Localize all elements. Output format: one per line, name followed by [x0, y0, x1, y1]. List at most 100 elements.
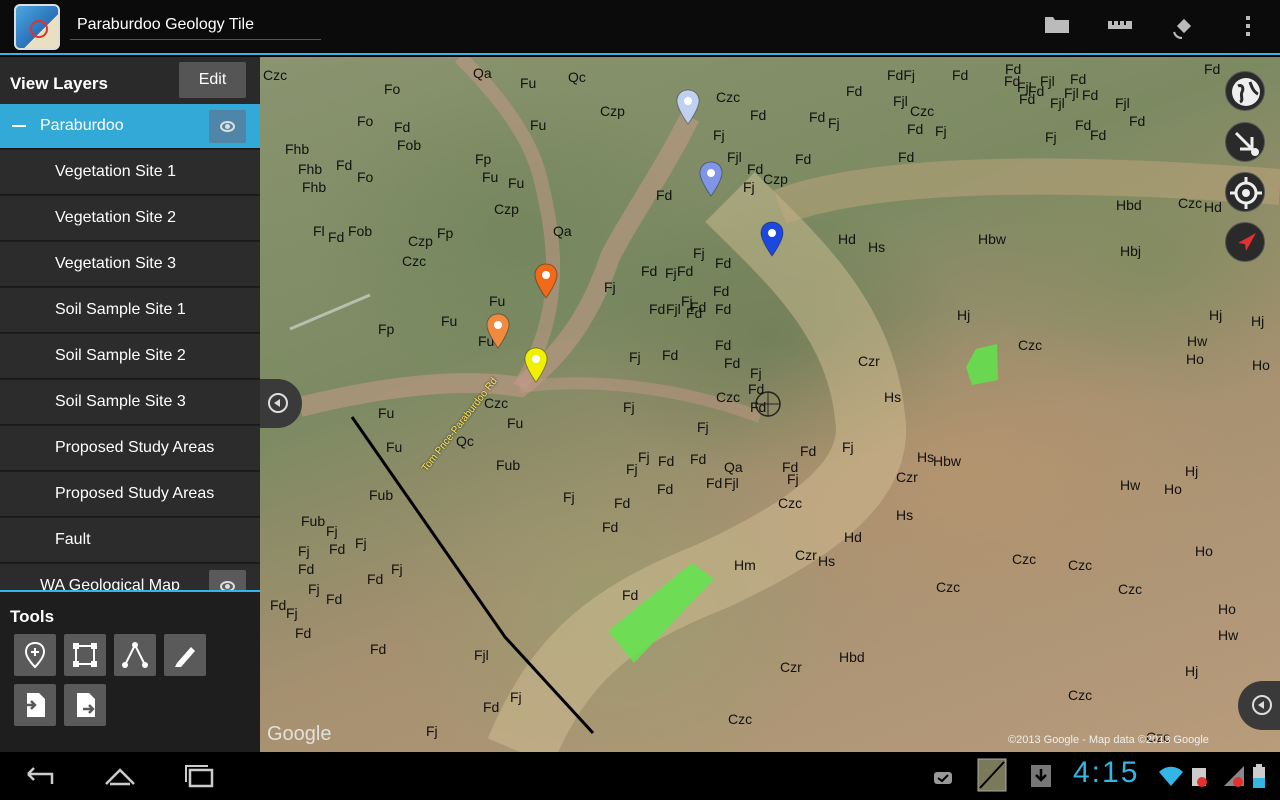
layer-label: Soil Sample Site 3 — [55, 393, 186, 410]
layer-item[interactable]: Soil Sample Site 2 — [0, 334, 260, 379]
visibility-button[interactable] — [209, 570, 246, 591]
collapse-icon[interactable] — [12, 125, 26, 127]
site-marker[interactable] — [699, 161, 723, 197]
visibility-button[interactable] — [209, 110, 246, 143]
home-button[interactable] — [100, 760, 140, 792]
geology-unit-label: Fu — [520, 75, 537, 91]
geology-unit-label: Fjl — [1064, 85, 1079, 101]
site-marker[interactable] — [534, 263, 558, 299]
edit-button[interactable]: Edit — [179, 62, 246, 98]
layer-group-paraburdoo[interactable]: Paraburdoo — [0, 104, 260, 149]
layer-item[interactable]: Vegetation Site 3 — [0, 242, 260, 287]
layer-label: Proposed Study Areas — [55, 485, 215, 502]
geology-unit-label: Fd — [1019, 91, 1036, 107]
site-marker[interactable] — [524, 347, 548, 383]
ruler-icon[interactable] — [1104, 12, 1136, 42]
geology-unit-label: Fjl — [666, 301, 681, 317]
site-marker[interactable] — [676, 89, 700, 125]
map-attribution: ©2013 Google - Map data ©2013 Google — [1008, 734, 1209, 746]
geology-unit-label: Fj — [426, 723, 438, 739]
geology-unit-label: Fd — [690, 451, 707, 467]
map-view[interactable]: Czc Qa Fu Qc Fo Czp Czc FdFj Fd Fd Fjl Fd Fd Fjl Fd Fjl… — [260, 57, 1280, 752]
proposed-study-area[interactable] — [966, 344, 998, 385]
import-tool[interactable] — [14, 684, 56, 726]
app-icon[interactable] — [14, 4, 60, 50]
panel-expand-button[interactable] — [1238, 681, 1280, 730]
layer-item[interactable]: Fault — [0, 518, 260, 563]
geology-unit-label: Fj — [842, 439, 854, 455]
geology-unit-label: Fd — [750, 399, 767, 415]
my-location-button[interactable] — [1225, 172, 1265, 212]
geology-unit-label: Ho — [1218, 601, 1236, 617]
geology-unit-label: Fj — [750, 365, 762, 381]
layer-item[interactable]: Proposed Study Areas — [0, 426, 260, 471]
layer-list[interactable]: Paraburdoo Vegetation Site 1 Vegetation … — [0, 104, 260, 591]
geology-unit-label: Fj — [697, 419, 709, 435]
geology-unit-label: Fd — [483, 699, 500, 715]
geology-unit-label: Hs — [818, 553, 836, 569]
geology-unit-label: Ho — [1186, 351, 1204, 367]
geology-unit-label: Fj — [693, 245, 705, 261]
geology-unit-label: Fu — [489, 293, 506, 309]
geology-unit-label: Fd — [270, 597, 287, 613]
export-tool[interactable] — [64, 684, 106, 726]
geology-unit-label: Fj — [743, 179, 755, 195]
recents-button[interactable] — [180, 760, 220, 792]
geology-unit-label: Hbd — [839, 649, 865, 665]
satellite-icon[interactable] — [1168, 12, 1200, 42]
geology-unit-label: Fd — [329, 541, 346, 557]
add-point-tool[interactable] — [14, 634, 56, 676]
sim-icon — [1190, 764, 1208, 788]
globe-button[interactable] — [1225, 71, 1265, 111]
my-location-icon — [1230, 177, 1262, 209]
layer-label: Vegetation Site 2 — [55, 209, 176, 226]
geology-unit-label: Czr — [795, 547, 817, 563]
layer-item[interactable]: Vegetation Site 1 — [0, 150, 260, 195]
overflow-menu-icon[interactable] — [1232, 12, 1264, 42]
geology-unit-label: Fub — [496, 457, 521, 473]
layer-item[interactable]: Soil Sample Site 3 — [0, 380, 260, 425]
geology-unit-label: Fob — [397, 137, 422, 153]
back-button[interactable] — [20, 760, 60, 792]
geology-unit-label: Hbw — [933, 453, 962, 469]
import-icon — [25, 693, 45, 717]
site-marker[interactable] — [486, 313, 510, 349]
scale-arrow-button[interactable] — [1225, 122, 1265, 162]
geology-unit-label: Fo — [357, 113, 374, 129]
tools-title: Tools — [10, 607, 55, 626]
geology-unit-label: Fd — [898, 149, 915, 165]
notification-icon[interactable] — [932, 764, 954, 788]
clock: 4:15 — [1073, 756, 1140, 789]
geology-unit-label: Fd — [602, 519, 619, 535]
geology-unit-label: Fl — [313, 223, 325, 239]
title-field[interactable]: Paraburdoo Geology Tile — [70, 8, 321, 40]
layer-item[interactable]: Proposed Study Areas — [0, 472, 260, 517]
geology-unit-label: Hs — [896, 507, 914, 523]
geology-unit-label: Fj — [355, 535, 367, 551]
geology-unit-label: Fd — [750, 107, 767, 123]
geology-unit-label: Fj — [604, 279, 616, 295]
download-icon[interactable] — [1030, 764, 1052, 788]
layer-label: Paraburdoo — [40, 117, 124, 134]
layer-item[interactable]: Vegetation Site 2 — [0, 196, 260, 241]
folder-icon[interactable] — [1041, 12, 1073, 42]
draw-polyline-tool[interactable] — [114, 634, 156, 676]
layer-item[interactable]: Soil Sample Site 1 — [0, 288, 260, 333]
geology-unit-label: Fd — [706, 475, 723, 491]
draw-freehand-tool[interactable] — [164, 634, 206, 676]
geology-unit-label: Czr — [896, 469, 918, 485]
geology-unit-label: Czc — [716, 389, 741, 405]
compass-button[interactable] — [1225, 222, 1265, 262]
geology-unit-label: Fd — [809, 109, 826, 125]
geology-unit-label: Fj — [787, 471, 799, 487]
geology-unit-label: Czr — [858, 353, 880, 369]
site-marker[interactable] — [760, 221, 784, 257]
geology-unit-label: Fd — [328, 229, 345, 245]
draw-rectangle-tool[interactable] — [64, 634, 106, 676]
geology-unit-label: Fd — [370, 641, 387, 657]
layer-group-wa-geological-map[interactable]: WA Geological Map — [0, 564, 260, 591]
home-icon — [105, 768, 135, 786]
signal-icon — [1222, 764, 1246, 788]
app-notification-icon[interactable] — [977, 758, 1007, 792]
system-bar: 4:15 — [0, 752, 1280, 800]
